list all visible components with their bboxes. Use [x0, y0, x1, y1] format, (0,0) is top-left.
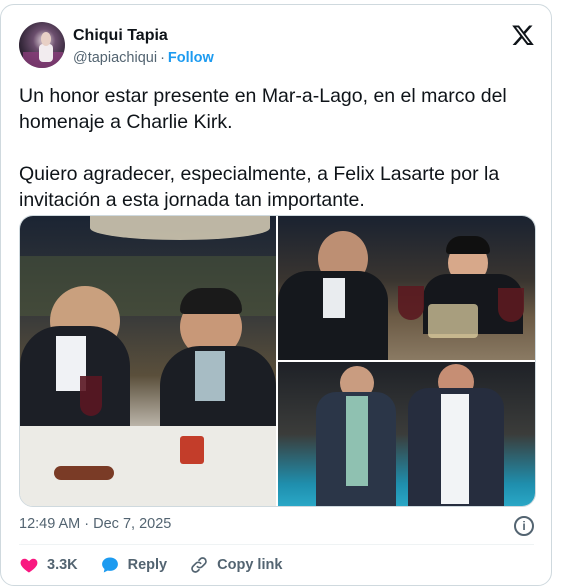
tweet-paragraph-1: Un honor estar presente en Mar-a-Lago, e…	[19, 85, 507, 133]
tweet-timestamp[interactable]: 12:49 AM · Dec 7, 2025	[19, 516, 171, 532]
speech-bubble-icon	[101, 557, 118, 573]
media-grid	[19, 215, 536, 507]
reply-button[interactable]: Reply	[100, 555, 167, 575]
avatar[interactable]	[19, 22, 65, 68]
separator-dot: ·	[160, 50, 165, 66]
photo-dinner-table[interactable]	[20, 216, 276, 506]
follow-button[interactable]: Follow	[168, 50, 214, 66]
author-name[interactable]: Chiqui Tapia	[73, 27, 168, 45]
heart-icon	[20, 558, 38, 573]
x-logo-icon[interactable]	[511, 23, 535, 47]
like-button[interactable]: 3.3K	[19, 555, 78, 575]
author-handle[interactable]: @tapiachiqui	[73, 50, 157, 66]
photo-conversation[interactable]	[278, 216, 535, 360]
author-handle-row: @tapiachiqui · Follow	[73, 50, 214, 66]
tweet-paragraph-2: Quiero agradecer, especialmente, a Felix…	[19, 163, 500, 211]
tweet-card: Chiqui Tapia @tapiachiqui · Follow Un hono…	[0, 4, 552, 586]
action-bar: 3.3K Reply Copy link	[19, 555, 304, 575]
link-icon	[191, 557, 207, 573]
copy-link-button[interactable]: Copy link	[189, 555, 282, 575]
info-icon[interactable]: i	[514, 516, 534, 536]
divider	[19, 544, 534, 545]
photo-standing-pool[interactable]	[278, 362, 535, 506]
